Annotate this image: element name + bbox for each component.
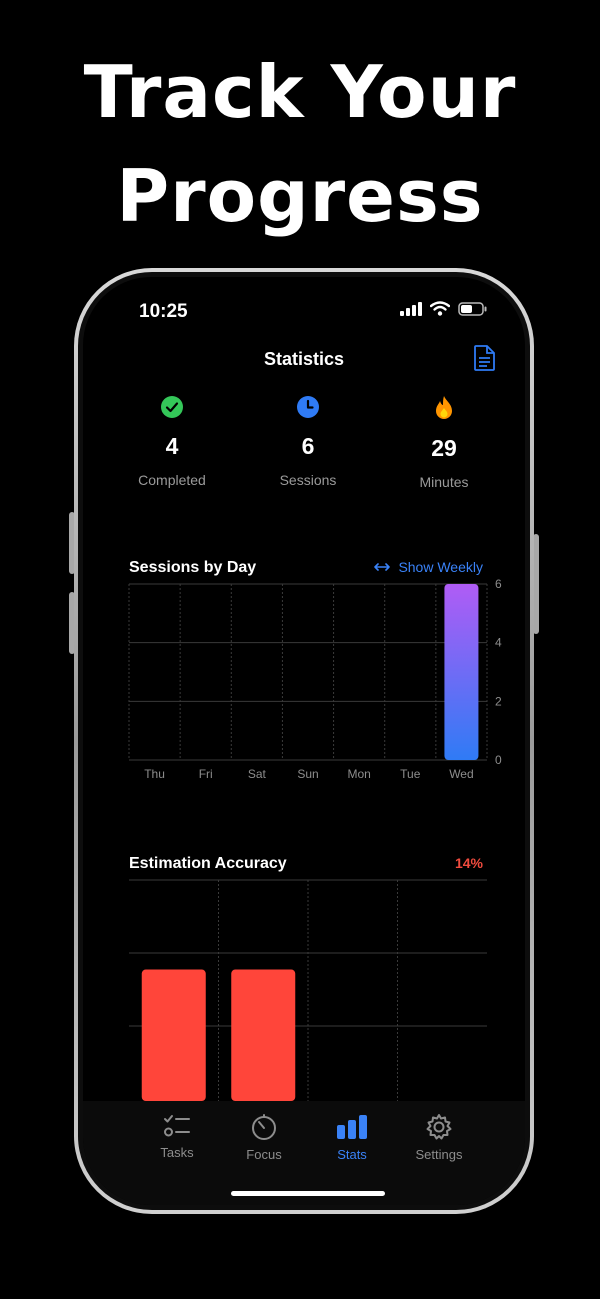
timer-icon xyxy=(252,1114,276,1140)
tab-stats[interactable]: Stats xyxy=(307,1113,397,1162)
tab-label: Focus xyxy=(246,1147,282,1162)
gear-icon xyxy=(426,1114,452,1140)
headline-line-2: Progress xyxy=(116,154,484,238)
accuracy-bar xyxy=(141,969,206,1101)
headline-line-1: Track Your xyxy=(83,50,517,134)
estimation-accuracy-chart xyxy=(129,879,487,1101)
tab-label: Tasks xyxy=(160,1145,194,1160)
app-screen: 10:25 Statistics 4 Completed 6 Sessions … xyxy=(83,277,525,1205)
tab-settings[interactable]: Settings xyxy=(394,1113,484,1162)
tab-focus[interactable]: Focus xyxy=(219,1113,309,1162)
checklist-icon xyxy=(164,1115,190,1137)
tab-label: Settings xyxy=(415,1147,463,1162)
bar-chart-icon xyxy=(337,1115,367,1139)
phone-frame: 10:25 Statistics 4 Completed 6 Sessions … xyxy=(74,268,534,1214)
home-indicator xyxy=(231,1191,385,1196)
headline: Track Your Progress xyxy=(0,40,600,248)
tab-label: Stats xyxy=(337,1147,367,1162)
tab-tasks[interactable]: Tasks xyxy=(132,1113,222,1160)
accuracy-bar xyxy=(231,969,296,1101)
tab-bar: Tasks Focus Stats Settings xyxy=(83,1101,525,1205)
